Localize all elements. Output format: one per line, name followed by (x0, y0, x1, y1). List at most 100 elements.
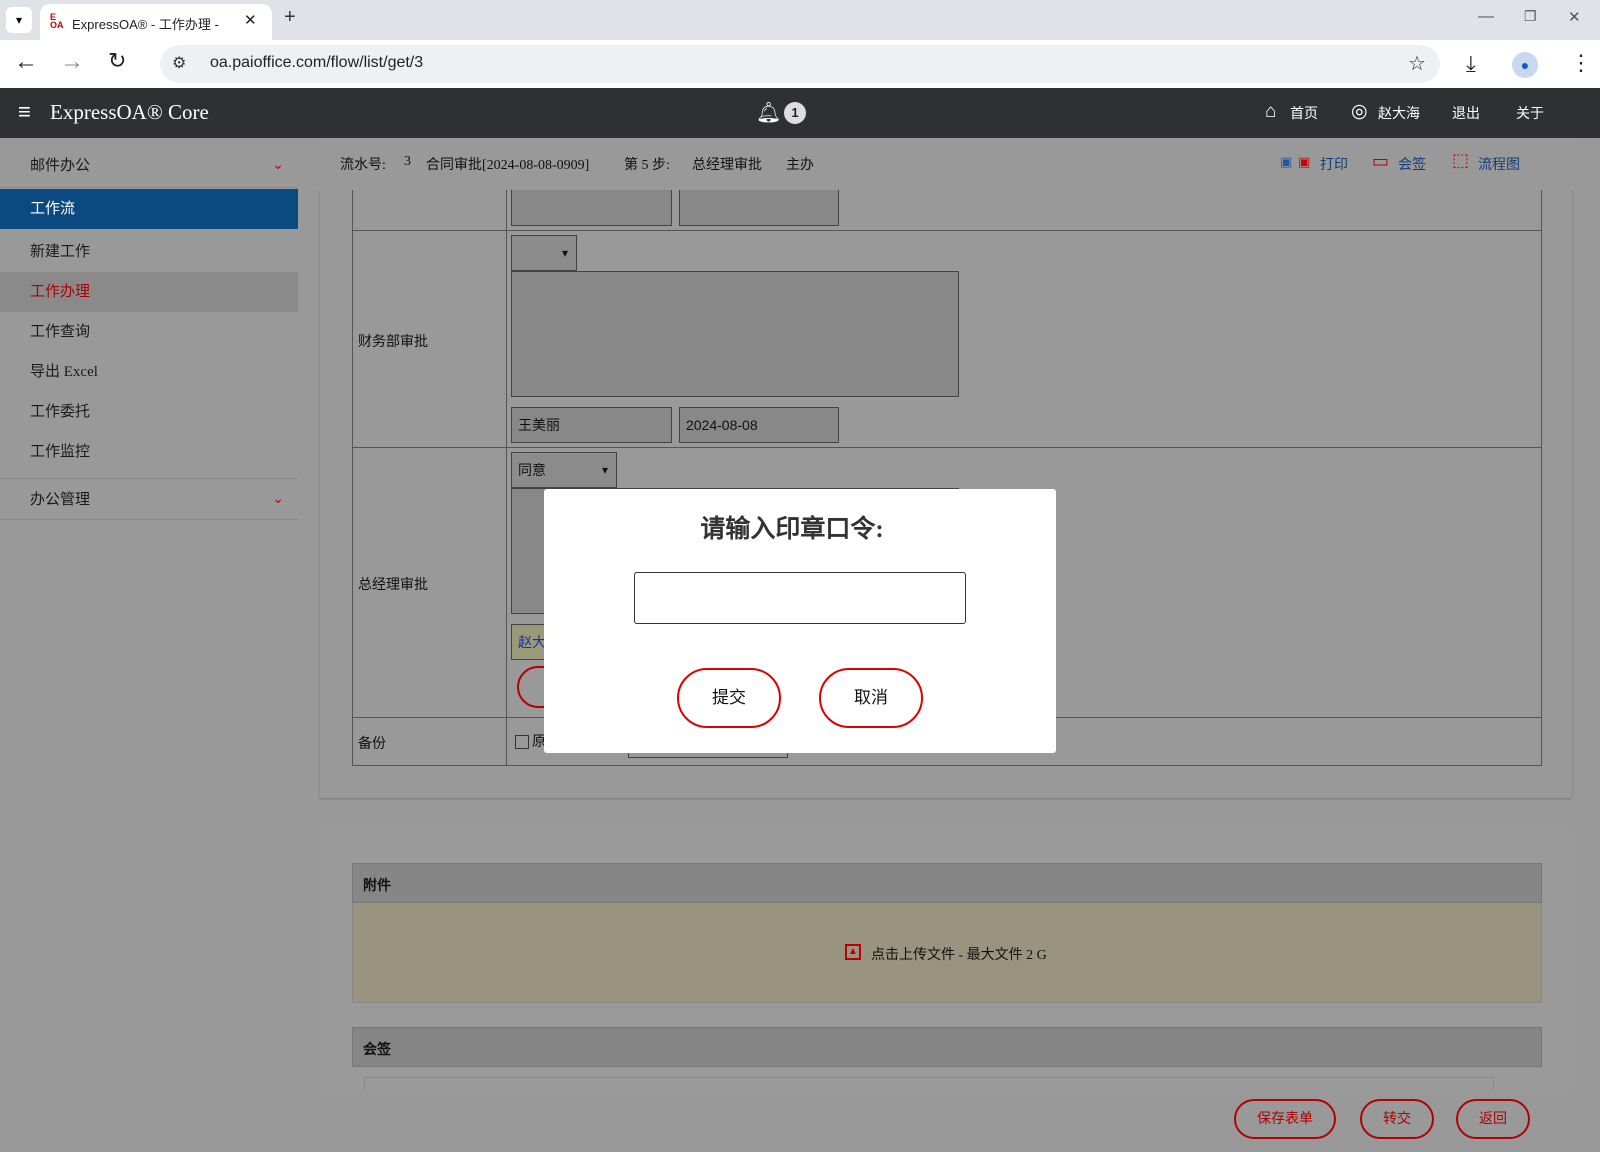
comment-icon[interactable]: ▭ (1372, 151, 1389, 172)
transfer-button[interactable]: 转交 (1360, 1099, 1434, 1139)
flowchart-link[interactable]: 流程图 (1478, 154, 1520, 174)
window-restore-icon[interactable]: ❐ (1524, 8, 1537, 25)
forward-arrow-icon[interactable]: → (60, 48, 84, 76)
sidebar-item-monitor-work[interactable]: 工作监控 (0, 432, 298, 472)
row-divider (352, 447, 1542, 448)
countersign-header-label: 会签 (363, 1043, 391, 1058)
tab-title: ExpressOA® - 工作办理 - (72, 17, 219, 32)
expressoa-favicon-icon: E OA (50, 12, 64, 30)
print-link[interactable]: 打印 (1320, 154, 1348, 174)
sidebar-section-workflow[interactable]: 工作流 (0, 189, 298, 229)
word-file-icon[interactable]: ▣ (1280, 154, 1292, 170)
submit-button[interactable]: 提交 (677, 668, 781, 728)
prev-signer-field[interactable] (511, 186, 672, 226)
reload-icon[interactable]: ↻ (108, 48, 126, 74)
address-bar[interactable]: ⚙ oa.paioffice.com/flow/list/get/3 ☆ (160, 45, 1440, 83)
upload-icon: ▲ (845, 944, 861, 960)
save-form-button[interactable]: 保存表单 (1234, 1099, 1336, 1139)
sidebar-item-label: 工作委托 (30, 404, 91, 420)
hamburger-menu-icon[interactable]: ≡ (18, 99, 31, 125)
sidebar-item-label: 工作办理 (30, 284, 91, 300)
chevron-down-icon: ⌄ (272, 492, 284, 507)
prev-date-field[interactable] (679, 186, 839, 226)
gm-approval-label: 总经理审批 (358, 578, 428, 593)
finance-date-value: 2024-08-08 (686, 417, 758, 433)
chevron-down-icon: ▾ (601, 463, 608, 477)
chevron-down-icon: ⌄ (272, 158, 284, 173)
upload-area[interactable]: ▲ 点击上传文件 - 最大文件 2 G (352, 903, 1542, 1003)
backup-label: 备份 (358, 737, 386, 752)
backup-checkbox[interactable] (515, 735, 529, 749)
site-settings-icon[interactable]: ⚙ (172, 53, 186, 73)
browser-menu-icon[interactable]: ⋮ (1570, 50, 1592, 76)
sidebar: 邮件办公 ⌄ 工作流 新建工作 工作办理 工作查询 导出 Excel 工作委托 … (0, 138, 298, 1152)
chevron-down-icon: ▾ (561, 246, 568, 260)
countersign-header: 会签 (352, 1027, 1542, 1067)
serial-number: 3 (404, 154, 411, 169)
download-icon[interactable]: ⤓ (1466, 51, 1476, 77)
role-label: 主办 (786, 158, 814, 173)
flow-name: 合同审批[2024-08-08-0909] (426, 158, 590, 173)
gm-opinion-value: 同意 (518, 462, 546, 478)
finance-comment-textarea[interactable] (511, 271, 959, 397)
countersign-link[interactable]: 会签 (1398, 154, 1426, 174)
brand-logo[interactable]: ExpressOA® Core (50, 100, 209, 125)
home-icon: ⌂ (1265, 101, 1277, 122)
nav-logout[interactable]: 退出 (1452, 103, 1480, 123)
gm-signer-value: 赵大 (518, 634, 546, 650)
sidebar-section-label: 工作流 (30, 201, 76, 217)
finance-signer-field[interactable]: 王美丽 (511, 407, 672, 443)
serial-label: 流水号: (340, 158, 386, 173)
nav-about[interactable]: 关于 (1516, 103, 1544, 123)
user-circle-icon: ◎ (1351, 101, 1368, 122)
flow-info-bar: 流水号: 3 合同审批[2024-08-08-0909] 第 5 步: 总经理审… (298, 138, 1600, 190)
pdf-file-icon[interactable]: ▣ (1298, 154, 1310, 170)
sidebar-section-label: 办公管理 (30, 492, 91, 508)
profile-avatar-icon[interactable]: ● (1512, 52, 1538, 78)
attachment-header-label: 附件 (363, 879, 391, 894)
window-close-icon[interactable]: ✕ (1568, 8, 1581, 26)
finance-signer-value: 王美丽 (518, 417, 560, 433)
new-tab-icon[interactable]: + (284, 6, 296, 29)
sidebar-item-delegate-work[interactable]: 工作委托 (0, 392, 298, 432)
seal-password-dialog: 请输入印章口令: 提交 取消 (544, 489, 1056, 753)
window-minimize-icon[interactable]: — (1478, 8, 1494, 26)
nav-user[interactable]: 赵大海 (1378, 103, 1420, 123)
sidebar-item-export-excel[interactable]: 导出 Excel (0, 352, 298, 392)
bottom-action-bar: 保存表单 转交 返回 (320, 1090, 1600, 1152)
cancel-button[interactable]: 取消 (819, 668, 923, 728)
sidebar-section-office[interactable]: 办公管理 ⌄ (0, 478, 298, 520)
step-name: 总经理审批 (692, 158, 762, 173)
row-divider (352, 230, 1542, 231)
url-text[interactable]: oa.paioffice.com/flow/list/get/3 (210, 54, 423, 72)
finance-date-field[interactable]: 2024-08-08 (679, 407, 839, 443)
flowchart-icon[interactable]: ⬚ (1452, 150, 1469, 171)
sidebar-item-handle-work[interactable]: 工作办理 (0, 272, 298, 312)
back-button[interactable]: 返回 (1456, 1099, 1530, 1139)
nav-home[interactable]: 首页 (1290, 103, 1318, 123)
finance-approval-label: 财务部审批 (358, 335, 428, 350)
finance-opinion-select[interactable]: ▾ (511, 235, 577, 271)
sidebar-section-label: 邮件办公 (30, 158, 91, 174)
tab-close-icon[interactable]: ✕ (244, 11, 257, 29)
seal-password-input[interactable] (634, 572, 966, 624)
upload-text: 点击上传文件 - 最大文件 2 G (871, 948, 1047, 963)
form-label-column-divider (506, 138, 507, 766)
sidebar-section-mail[interactable]: 邮件办公 ⌄ (0, 144, 298, 188)
tab-list-dropdown[interactable]: ▾ (6, 7, 32, 33)
app-header: ≡ ExpressOA® Core 🔔︎ 1 ⌂ 首页 ◎ 赵大海 退出 关于 (0, 88, 1600, 138)
sidebar-item-label: 工作监控 (30, 444, 91, 460)
step-label: 第 5 步: (624, 158, 670, 173)
dialog-title: 请输入印章口令: (700, 516, 884, 543)
browser-tab-strip: ▾ E OA ExpressOA® - 工作办理 - ✕ + — ❐ ✕ (0, 0, 1600, 40)
notification-badge[interactable]: 1 (784, 102, 806, 124)
sidebar-item-query-work[interactable]: 工作查询 (0, 312, 298, 352)
sidebar-item-new-work[interactable]: 新建工作 (0, 232, 298, 272)
back-arrow-icon[interactable]: ← (14, 48, 38, 76)
browser-tab-active[interactable]: E OA ExpressOA® - 工作办理 - ✕ (40, 4, 272, 40)
attachment-header: 附件 (352, 863, 1542, 903)
sidebar-item-label: 工作查询 (30, 324, 91, 340)
bookmark-star-icon[interactable]: ☆ (1408, 51, 1426, 76)
gm-opinion-select[interactable]: 同意 ▾ (511, 452, 617, 488)
bell-icon[interactable]: 🔔︎ (756, 100, 781, 125)
